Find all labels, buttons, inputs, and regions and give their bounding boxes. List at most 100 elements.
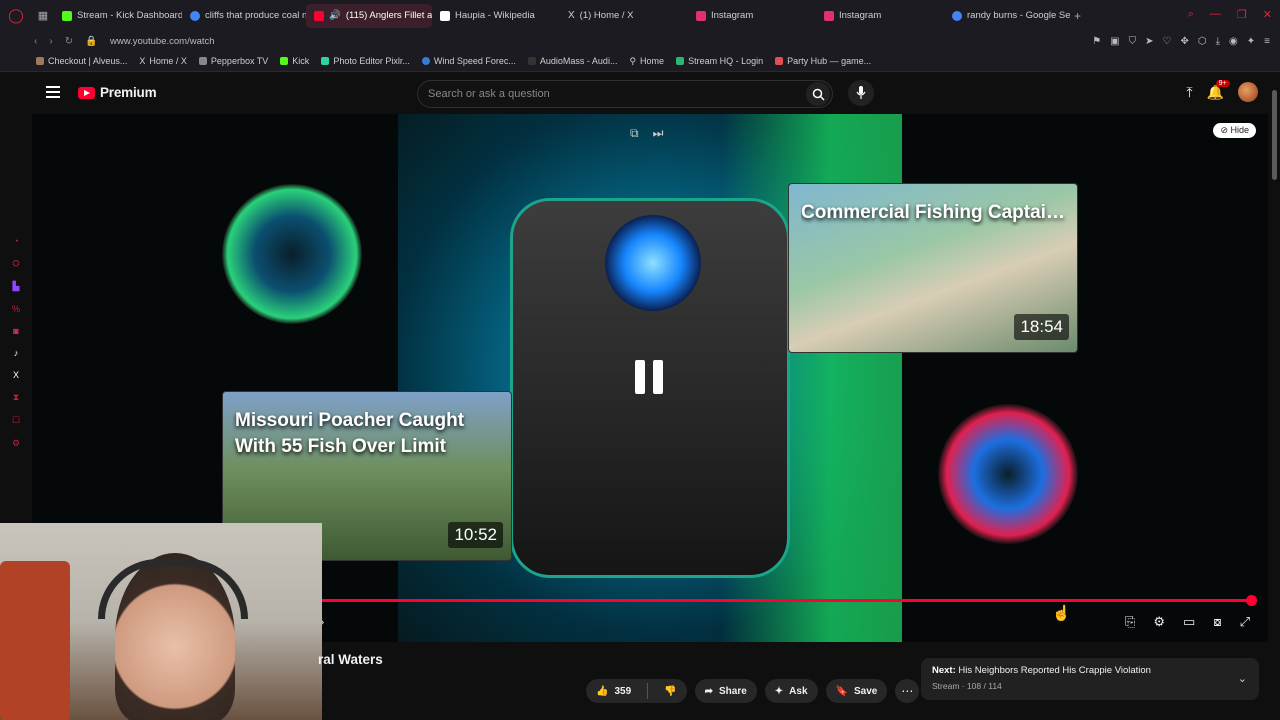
instagram-icon[interactable]: ◙	[13, 326, 18, 336]
minimize-icon[interactable]: —	[1210, 8, 1221, 21]
forward-icon[interactable]: ›	[49, 36, 52, 47]
twitch-icon[interactable]: ▙	[13, 281, 20, 292]
scrubber-handle[interactable]	[1246, 595, 1257, 606]
reload-icon[interactable]: ↻	[65, 36, 73, 47]
fullscreen-icon[interactable]: ⤢	[1240, 614, 1250, 630]
upload-icon[interactable]: ⤒	[1186, 84, 1192, 101]
kick-favicon-icon	[280, 57, 289, 65]
audio-icon[interactable]: 🔊	[329, 10, 341, 21]
video-info: ral Waters 👍 359 👎 ➦ Share ✦ Ask 🔖 Save ⋯ Ne…	[318, 642, 1280, 720]
tab-grid-icon[interactable]: ▦	[32, 9, 54, 22]
browser-tab[interactable]: X (1) Home / X	[560, 4, 688, 28]
end-screen-video-card[interactable]: Commercial Fishing Captain Refuses to Le…	[788, 183, 1078, 353]
notifications-icon[interactable]: 🔔 9+	[1207, 79, 1230, 101]
youtube-favicon-icon	[314, 10, 324, 21]
hide-button[interactable]: ⊘ Hide	[1213, 123, 1256, 138]
bookmark-item[interactable]: AudioMass - Audi...	[527, 56, 618, 66]
tab-label: randy burns - Google Sear	[967, 10, 1070, 21]
share-button[interactable]: ➦ Share	[694, 679, 757, 703]
miniplayer-icon[interactable]: ⧉	[630, 126, 639, 141]
nav-buttons: ‹ › ↻ 🔒	[0, 36, 110, 47]
bookmarks-icon[interactable]: ☐	[12, 415, 20, 426]
ask-button[interactable]: ✦ Ask	[764, 679, 818, 703]
bookmark-item[interactable]: Party Hub — game...	[775, 56, 871, 66]
captions-icon[interactable]: ⎘	[1125, 614, 1135, 630]
crypto-wallet-icon[interactable]: ⛭	[12, 258, 19, 269]
browser-tab[interactable]: Instagram	[688, 4, 816, 28]
youtube-premium-logo[interactable]: Premium	[78, 85, 157, 100]
camera-lens	[605, 215, 701, 311]
browser-tab[interactable]: Instagram	[816, 4, 944, 28]
browser-tab[interactable]: Haupia - Wikipedia	[432, 4, 560, 28]
bookmark-item[interactable]: X Home / X	[139, 56, 187, 66]
pause-icon[interactable]	[635, 360, 665, 394]
bookmark-label: Home	[640, 56, 665, 66]
send-icon[interactable]: ➤	[1145, 36, 1153, 47]
up-next-prefix: Next:	[932, 665, 956, 676]
download-icon[interactable]: ⤓	[1216, 36, 1220, 47]
card-duration: 18:54	[1014, 314, 1069, 340]
bookmark-item[interactable]: Pepperbox TV	[198, 56, 269, 66]
like-count: 359	[614, 685, 632, 697]
cube-icon[interactable]: ⬡	[1198, 36, 1207, 47]
progress-bar[interactable]	[322, 595, 1257, 606]
location-pin-icon: ⚲	[629, 55, 637, 66]
bookmark-item[interactable]: Stream HQ - Login	[676, 56, 763, 66]
menu-icon[interactable]: ≡	[1264, 36, 1270, 47]
extensions-icon[interactable]: ✥	[1180, 36, 1188, 47]
bookmark-label: Pepperbox TV	[210, 56, 269, 66]
back-icon[interactable]: ‹	[34, 36, 37, 47]
bookmark-label: AudioMass - Audi...	[539, 56, 618, 66]
x-icon: X	[139, 56, 146, 66]
browser-tab[interactable]: cliffs that produce coal nat	[182, 4, 306, 28]
maximize-icon[interactable]: ❐	[1237, 8, 1247, 21]
browser-tab[interactable]: randy burns - Google Sear	[944, 4, 1070, 28]
ai-icon[interactable]: ✦	[1247, 36, 1255, 47]
profile-icon[interactable]: ◉	[1229, 36, 1238, 47]
percent-icon[interactable]: %	[12, 304, 20, 314]
page-scrollbar[interactable]	[1272, 90, 1277, 180]
heart-icon[interactable]: ♡	[1163, 36, 1172, 47]
bookmark-item[interactable]: Photo Editor Pixlr...	[321, 56, 410, 66]
aria-icon[interactable]: ◔	[13, 236, 18, 246]
skip-next-icon[interactable]: ⏭	[653, 126, 664, 141]
opera-menu-icon[interactable]: ◯	[0, 7, 32, 24]
close-icon[interactable]: ✕	[1263, 8, 1272, 21]
bookmark-item[interactable]: Wind Speed Forec...	[421, 56, 516, 66]
browser-tab-active[interactable]: 🔊 (115) Anglers Fillet and	[306, 3, 432, 28]
browser-tab[interactable]: Stream - Kick Dashboard	[54, 4, 182, 28]
cast-icon[interactable]: ⧇	[1213, 614, 1221, 630]
address-input[interactable]: www.youtube.com/watch	[110, 36, 215, 47]
theater-mode-icon[interactable]: ▭	[1183, 614, 1195, 630]
shield-icon[interactable]: ⛉	[1129, 36, 1137, 47]
like-button[interactable]: 👍 359	[586, 679, 641, 703]
new-tab-button[interactable]: +	[1070, 9, 1081, 23]
bookmark-item[interactable]: Kick	[280, 56, 309, 66]
browser-toolbar: ⚑ ▣ ⛉ ➤ ♡ ✥ ⬡ ⤓ ◉ ✦ ≡	[1092, 36, 1270, 47]
snapshot-icon[interactable]: ▣	[1110, 36, 1119, 47]
settings-gear-icon[interactable]: ⚙	[1153, 614, 1165, 630]
microphone-icon[interactable]	[848, 80, 874, 106]
search-input[interactable]: Search or ask a question	[417, 80, 833, 108]
action-bar: 👍 359 👎 ➦ Share ✦ Ask 🔖 Save ⋯	[586, 679, 920, 703]
avatar[interactable]	[1238, 82, 1258, 102]
up-next-video-title: His Neighbors Reported His Crappie Viola…	[958, 665, 1151, 676]
settings-icon[interactable]: ⚙	[12, 438, 20, 449]
history-icon[interactable]: ⧗	[13, 392, 19, 403]
more-actions-icon[interactable]: ⋯	[895, 679, 920, 703]
tiktok-icon[interactable]: ♪	[14, 348, 19, 358]
bookmark-favicon-icon	[421, 57, 430, 65]
tab-label: (1) Home / X	[579, 10, 634, 21]
bookmark-item[interactable]: ⚲ Home	[629, 56, 664, 67]
bookmark-item[interactable]: Checkout | Alveus...	[36, 56, 127, 66]
up-next-box[interactable]: Next: His Neighbors Reported His Crappie…	[921, 658, 1259, 700]
search-tabs-icon[interactable]: ⌕	[1188, 8, 1194, 21]
hamburger-menu-icon[interactable]	[46, 86, 60, 101]
save-button[interactable]: 🔖 Save	[825, 679, 888, 703]
chevron-down-icon[interactable]: ⌄	[1238, 672, 1247, 685]
bookmark-label: Kick	[292, 56, 310, 66]
dislike-button[interactable]: 👎	[654, 679, 686, 703]
bookmark-icon[interactable]: ⚑	[1092, 36, 1101, 47]
search-icon[interactable]	[806, 82, 830, 106]
x-icon[interactable]: X	[13, 370, 19, 380]
